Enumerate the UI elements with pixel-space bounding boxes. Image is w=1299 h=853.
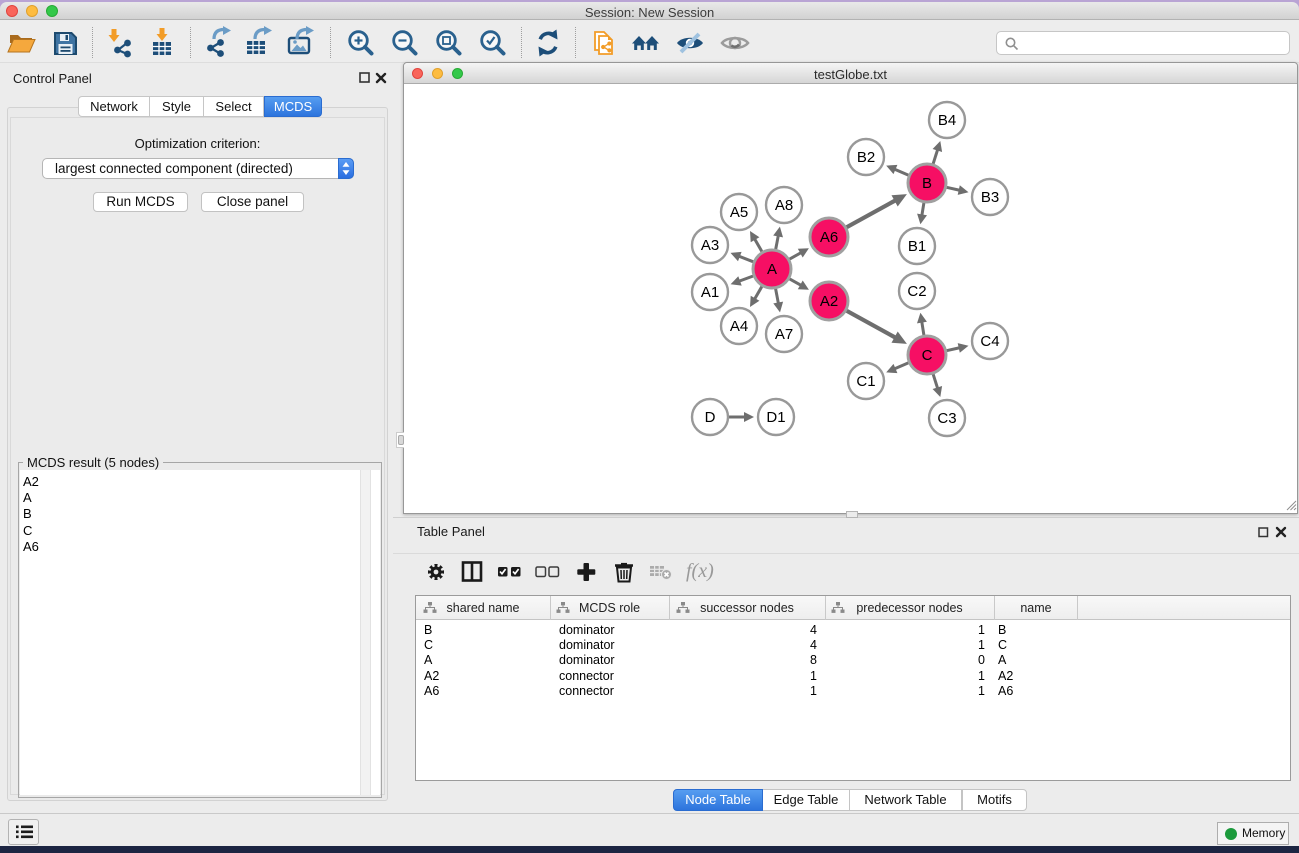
- svg-text:A8: A8: [775, 197, 793, 214]
- svg-text:C2: C2: [907, 283, 926, 300]
- svg-text:A1: A1: [701, 284, 719, 301]
- svg-text:A3: A3: [701, 237, 719, 254]
- svg-text:A7: A7: [775, 326, 793, 343]
- svg-text:C1: C1: [856, 373, 875, 390]
- svg-text:B: B: [922, 175, 932, 192]
- svg-text:A2: A2: [820, 293, 838, 310]
- svg-text:D1: D1: [766, 409, 785, 426]
- svg-text:C: C: [922, 347, 933, 364]
- svg-text:B2: B2: [857, 149, 875, 166]
- svg-text:A4: A4: [730, 318, 748, 335]
- svg-text:B3: B3: [981, 189, 999, 206]
- svg-text:B4: B4: [938, 112, 956, 129]
- svg-text:D: D: [705, 409, 716, 426]
- svg-text:A6: A6: [820, 229, 838, 246]
- svg-text:A5: A5: [730, 204, 748, 221]
- svg-text:C3: C3: [937, 410, 956, 427]
- svg-text:C4: C4: [980, 333, 999, 350]
- svg-text:B1: B1: [908, 238, 926, 255]
- svg-text:A: A: [767, 261, 777, 278]
